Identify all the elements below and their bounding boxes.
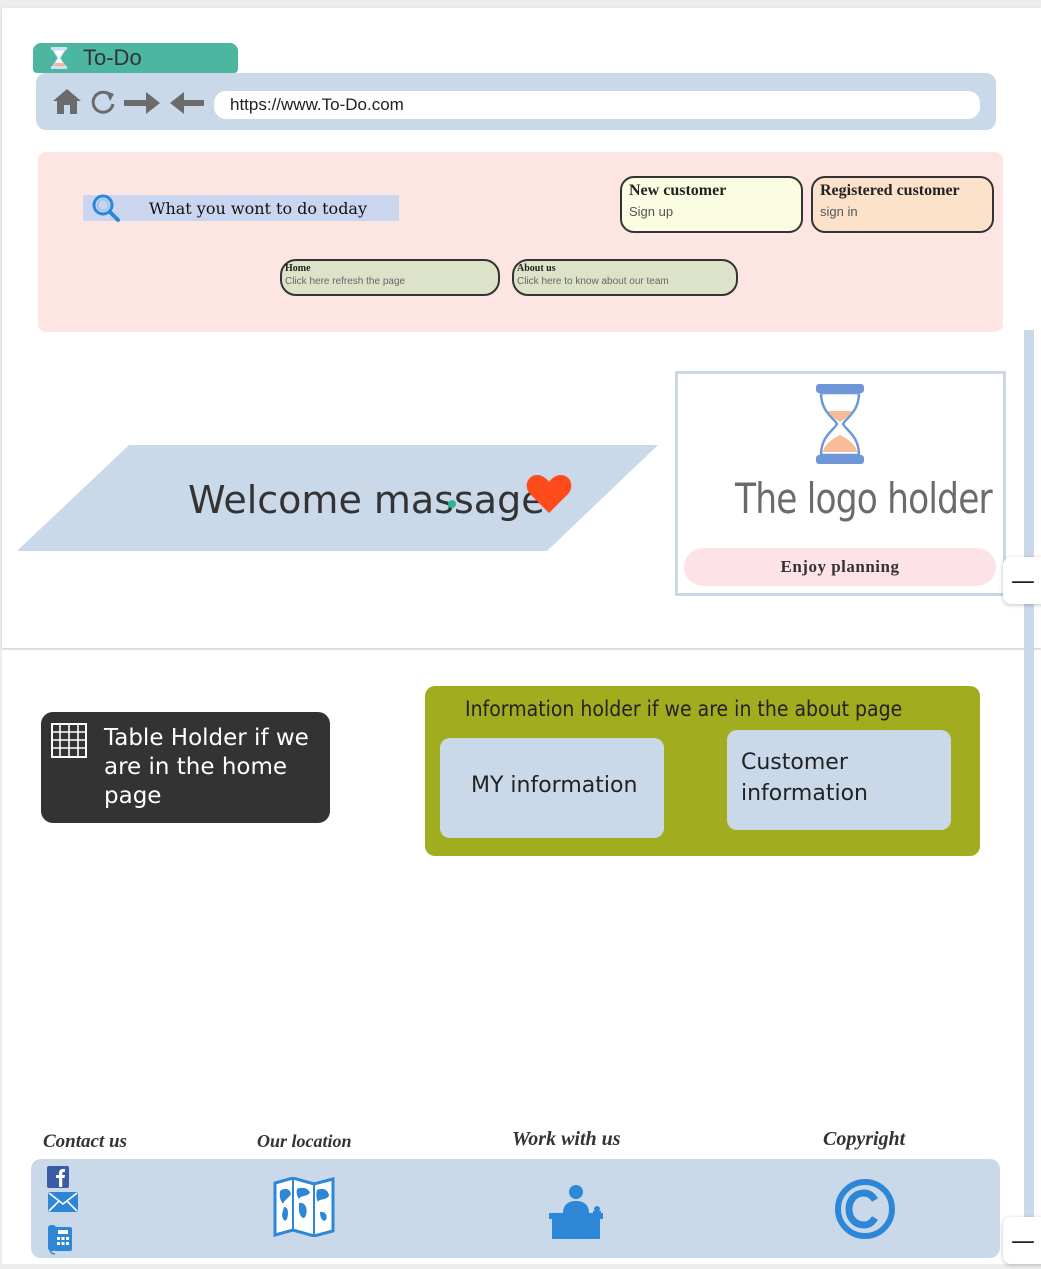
search-bar[interactable]: What you wont to do today — [83, 194, 399, 222]
address-bar[interactable]: https://www.To-Do.com — [214, 91, 980, 119]
table-holder-text: Table Holder if we are in the home page — [104, 725, 309, 809]
refresh-icon[interactable] — [89, 88, 117, 116]
tagline-pill: Enjoy planning — [684, 548, 996, 586]
hourglass-logo-icon — [816, 384, 864, 464]
search-icon — [92, 194, 120, 222]
registered-customer-subtitle: sign in — [820, 204, 858, 219]
search-placeholder: What you wont to do today — [149, 198, 368, 218]
collapse-button-bottom-label: — — [1011, 1226, 1035, 1255]
hourglass-icon — [51, 47, 67, 69]
browser-tab[interactable]: To-Do — [33, 43, 238, 73]
welcome-message: Welcome massage — [188, 478, 545, 522]
grid-table-icon — [51, 723, 87, 758]
collapse-button-bottom[interactable]: — — [1003, 1217, 1041, 1264]
collapse-button-top[interactable]: — — [1003, 557, 1041, 604]
scrollbar[interactable] — [1024, 330, 1034, 1230]
back-arrow-icon[interactable] — [168, 90, 206, 116]
nav-about-subtitle: Click here to know about our team — [517, 276, 669, 287]
new-customer-button[interactable]: New customer Sign up — [620, 176, 803, 233]
collapse-button-top-label: — — [1011, 566, 1035, 595]
footer-contact-label: Contact us — [43, 1131, 127, 1152]
new-customer-subtitle: Sign up — [629, 204, 674, 219]
phone-icon[interactable] — [46, 1223, 74, 1255]
facebook-icon[interactable] — [47, 1166, 69, 1188]
registered-customer-button[interactable]: Registered customer sign in — [811, 176, 994, 233]
my-information-label: MY information — [471, 773, 638, 798]
customer-information-box[interactable]: Customer information — [727, 730, 951, 830]
info-holder-title: Information holder if we are in the abou… — [465, 697, 903, 721]
footer-work-label: Work with us — [512, 1128, 621, 1150]
tab-title: To-Do — [83, 45, 142, 70]
home-icon[interactable] — [52, 87, 82, 115]
map-icon[interactable] — [273, 1177, 335, 1237]
heart-icon[interactable] — [526, 474, 572, 514]
nav-about-title: About us — [517, 263, 556, 274]
customer-information-label: Customer information — [741, 750, 868, 806]
mail-icon[interactable] — [47, 1191, 79, 1213]
cursor-dot — [448, 500, 456, 508]
logo-text: The logo holder — [735, 474, 993, 523]
url-text: https://www.To-Do.com — [230, 95, 404, 114]
footer-copyright-label: Copyright — [823, 1128, 906, 1150]
registered-customer-title: Registered customer — [820, 182, 960, 199]
my-information-box[interactable]: MY information — [440, 738, 664, 838]
desk-worker-icon[interactable] — [547, 1183, 605, 1241]
nav-home-button[interactable]: Home Click here refresh the page — [280, 259, 500, 296]
nav-home-subtitle: Click here refresh the page — [285, 276, 406, 287]
nav-about-button[interactable]: About us Click here to know about our te… — [512, 259, 738, 296]
tagline-text: Enjoy planning — [780, 557, 900, 576]
footer-location-label: Our location — [257, 1131, 352, 1151]
forward-arrow-icon[interactable] — [122, 89, 162, 117]
new-customer-title: New customer — [629, 182, 727, 199]
copyright-icon[interactable] — [834, 1178, 896, 1240]
nav-home-title: Home — [285, 263, 311, 274]
